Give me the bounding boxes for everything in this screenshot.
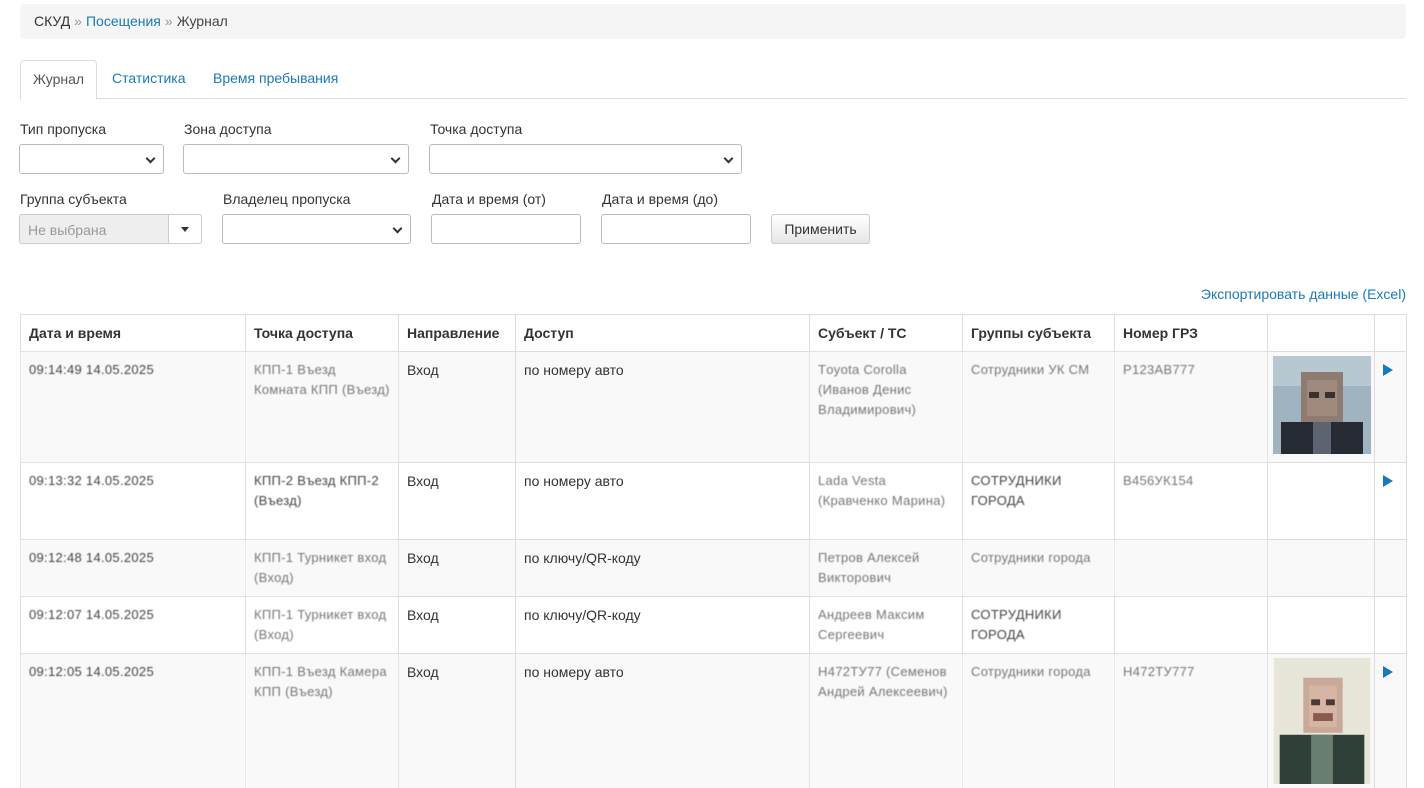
header-access-point[interactable]: Точка доступа xyxy=(245,314,399,352)
cell-datetime: 09:14:49 14.05.2025 xyxy=(20,351,246,463)
cell-datetime: 09:12:07 14.05.2025 xyxy=(20,596,246,654)
tabs-bar: Журнал Статистика Время пребывания xyxy=(20,60,1406,100)
subject-group-combobox[interactable]: Не выбрана xyxy=(19,214,202,244)
zone-select[interactable] xyxy=(183,144,409,174)
cell-direction: Вход xyxy=(398,462,516,540)
subject-group-dropdown-button[interactable] xyxy=(168,215,201,243)
breadcrumb-separator: » xyxy=(164,13,173,29)
pass-type-select[interactable] xyxy=(19,144,164,174)
pass-owner-select[interactable] xyxy=(222,214,411,244)
journal-table: Дата и время Точка доступа Направление Д… xyxy=(20,314,1407,788)
header-groups[interactable]: Группы субъекта xyxy=(962,314,1115,352)
table-row[interactable]: 09:14:49 14.05.2025 КПП-1 Въезд Комната … xyxy=(20,351,1407,463)
chevron-down-icon xyxy=(392,223,403,234)
pass-owner-label: Владелец пропуска xyxy=(223,191,351,207)
header-plate[interactable]: Номер ГРЗ xyxy=(1114,314,1268,352)
tab-journal[interactable]: Журнал xyxy=(20,60,97,100)
cell-access: по номеру авто xyxy=(515,351,810,463)
cell-action xyxy=(1374,351,1407,463)
cell-groups: СОТРУДНИКИ ГОРОДА xyxy=(962,462,1115,540)
chevron-down-icon xyxy=(723,153,734,164)
play-icon[interactable] xyxy=(1383,666,1393,678)
cell-plate xyxy=(1114,596,1268,654)
header-datetime[interactable]: Дата и время xyxy=(20,314,246,352)
cell-plate: Р123АВ777 xyxy=(1114,351,1268,463)
cell-subject: Андреев Максим Сергеевич xyxy=(809,596,963,654)
cell-photo xyxy=(1267,462,1375,540)
cell-subject: Lada Vesta (Кравченко Марина) xyxy=(809,462,963,540)
cell-access-point: КПП-1 Турникет вход (Вход) xyxy=(245,596,399,654)
cell-direction: Вход xyxy=(398,539,516,597)
breadcrumb-root: СКУД xyxy=(34,13,71,29)
breadcrumb-link-visits[interactable]: Посещения xyxy=(86,13,161,29)
cell-subject: Тoyota Corolla (Иванов Денис Владимирови… xyxy=(809,351,963,463)
cell-action xyxy=(1374,653,1407,788)
header-photo xyxy=(1267,314,1375,352)
play-icon[interactable] xyxy=(1383,364,1393,376)
cell-access: по номеру авто xyxy=(515,653,810,788)
cell-plate: В456УК154 xyxy=(1114,462,1268,540)
cell-datetime: 09:13:32 14.05.2025 xyxy=(20,462,246,540)
cell-action xyxy=(1374,596,1407,654)
cell-subject: Петров Алексей Викторович xyxy=(809,539,963,597)
play-icon[interactable] xyxy=(1383,475,1393,487)
cell-action xyxy=(1374,462,1407,540)
export-excel-link[interactable]: Экспортировать данные (Excel) xyxy=(1201,286,1406,302)
table-row[interactable]: 09:12:05 14.05.2025 КПП-1 Въезд Камера К… xyxy=(20,653,1407,788)
cell-access-point: КПП-1 Турникет вход (Вход) xyxy=(245,539,399,597)
header-action xyxy=(1374,314,1407,352)
table-row[interactable]: 09:12:07 14.05.2025 КПП-1 Турникет вход … xyxy=(20,596,1407,654)
table-row[interactable]: 09:13:32 14.05.2025 КПП-2 Въезд КПП-2 (В… xyxy=(20,462,1407,540)
subject-group-value: Не выбрана xyxy=(28,222,107,238)
cell-photo xyxy=(1267,653,1375,788)
cell-access-point: КПП-1 Въезд Камера КПП (Въезд) xyxy=(245,653,399,788)
zone-label: Зона доступа xyxy=(184,121,272,137)
cell-photo xyxy=(1267,351,1375,463)
cell-groups: Сотрудники города xyxy=(962,653,1115,788)
cell-datetime: 09:12:05 14.05.2025 xyxy=(20,653,246,788)
cell-photo xyxy=(1267,596,1375,654)
access-point-label: Точка доступа xyxy=(430,121,523,137)
cell-access: по ключу/QR-коду xyxy=(515,539,810,597)
cell-access: по номеру авто xyxy=(515,462,810,540)
date-to-label: Дата и время (до) xyxy=(602,191,718,207)
tab-stay-time[interactable]: Время пребывания xyxy=(201,60,350,99)
cell-direction: Вход xyxy=(398,596,516,654)
cell-subject: Н472ТУ77 (Семенов Андрей Алексеевич) xyxy=(809,653,963,788)
cell-access-point: КПП-1 Въезд Комната КПП (Въезд) xyxy=(245,351,399,463)
table-row[interactable]: 09:12:48 14.05.2025 КПП-1 Турникет вход … xyxy=(20,539,1407,597)
cell-access: по ключу/QR-коду xyxy=(515,596,810,654)
cell-plate: Н472ТУ777 xyxy=(1114,653,1268,788)
caret-down-icon xyxy=(181,227,189,232)
breadcrumb: СКУД» Посещения» Журнал xyxy=(20,4,1406,39)
breadcrumb-separator: » xyxy=(74,13,82,29)
cell-groups: Сотрудники города xyxy=(962,539,1115,597)
header-access[interactable]: Доступ xyxy=(515,314,810,352)
cell-direction: Вход xyxy=(398,653,516,788)
header-direction[interactable]: Направление xyxy=(398,314,516,352)
table-header-row: Дата и время Точка доступа Направление Д… xyxy=(20,314,1407,352)
apply-button[interactable]: Применить xyxy=(771,214,870,244)
subject-group-label: Группа субъекта xyxy=(20,191,127,207)
cell-photo xyxy=(1267,539,1375,597)
cell-groups: Сотрудники УК СМ xyxy=(962,351,1115,463)
access-point-select[interactable] xyxy=(429,144,742,174)
date-to-input[interactable] xyxy=(601,214,751,244)
cell-plate xyxy=(1114,539,1268,597)
breadcrumb-current: Журнал xyxy=(176,13,228,29)
person-photo-icon[interactable] xyxy=(1273,356,1371,454)
header-subject[interactable]: Субъект / ТС xyxy=(809,314,963,352)
cell-access-point: КПП-2 Въезд КПП-2 (Въезд) xyxy=(245,462,399,540)
date-from-input[interactable] xyxy=(431,214,581,244)
pass-type-label: Тип пропуска xyxy=(20,121,107,137)
date-from-label: Дата и время (от) xyxy=(432,191,546,207)
tab-statistics[interactable]: Статистика xyxy=(100,60,198,99)
chevron-down-icon xyxy=(145,153,156,164)
cell-direction: Вход xyxy=(398,351,516,463)
cell-groups: СОТРУДНИКИ ГОРОДА xyxy=(962,596,1115,654)
cell-action xyxy=(1374,539,1407,597)
chevron-down-icon xyxy=(390,153,401,164)
person-photo-icon[interactable] xyxy=(1273,658,1371,784)
cell-datetime: 09:12:48 14.05.2025 xyxy=(20,539,246,597)
